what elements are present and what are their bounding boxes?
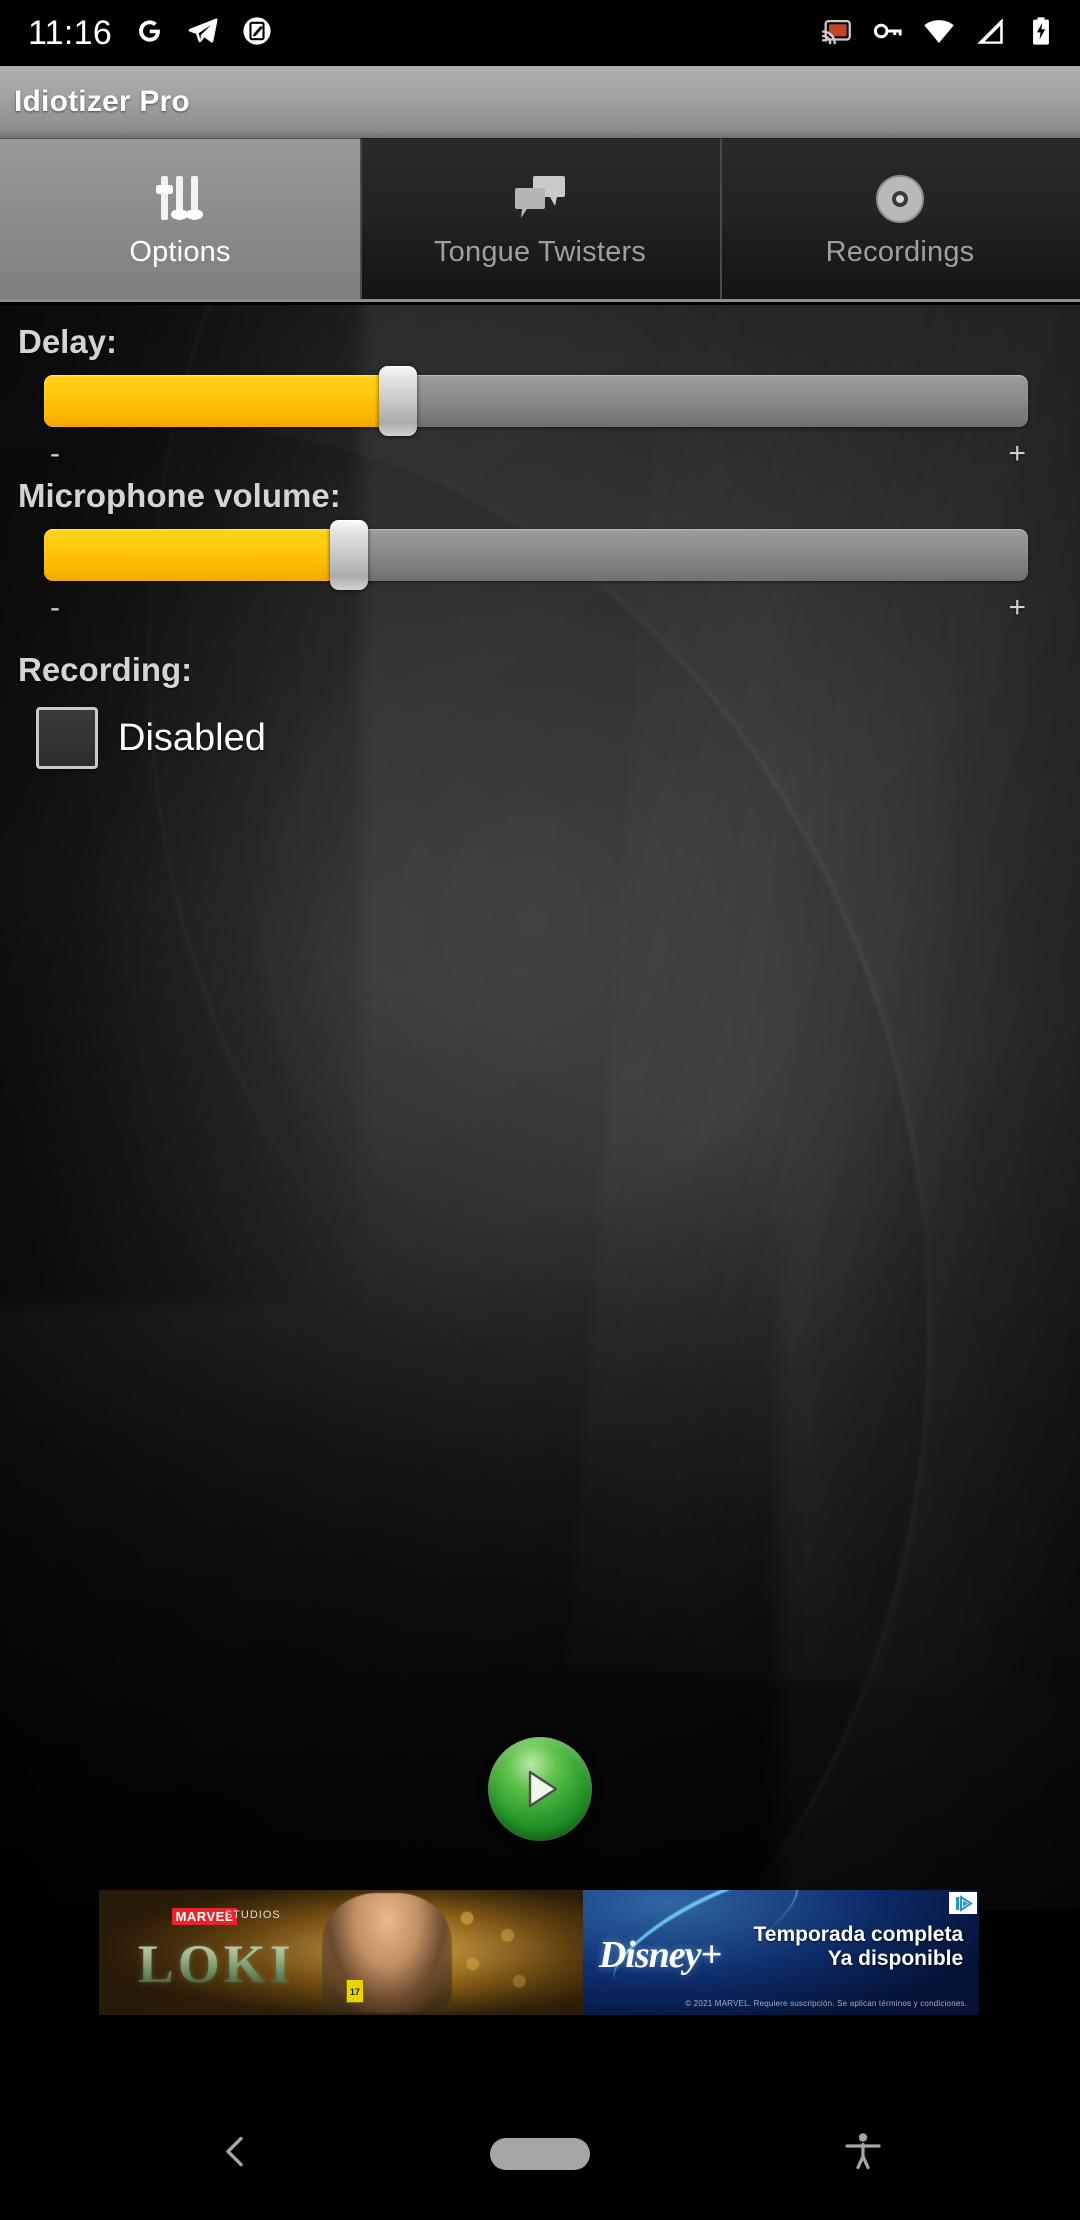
wifi-icon bbox=[922, 14, 956, 53]
page-title: Idiotizer Pro bbox=[14, 85, 190, 118]
ad-artwork-left: MARVEL STUDIOS LOKI 17 bbox=[99, 1890, 583, 2015]
microphone-volume-setting: Microphone volume: - + bbox=[18, 477, 1046, 625]
ad-honeycomb-decor bbox=[437, 1895, 554, 2010]
recording-label: Recording: bbox=[18, 651, 193, 688]
battery-charging-icon bbox=[1024, 14, 1058, 53]
microphone-volume-slider-thumb[interactable] bbox=[330, 520, 369, 590]
microphone-volume-increase-button[interactable]: + bbox=[1008, 591, 1026, 625]
delay-slider[interactable] bbox=[44, 366, 1028, 436]
screenshot-editor-icon bbox=[240, 14, 274, 53]
recording-setting: Recording: Disabled bbox=[18, 651, 1046, 769]
tab-tongue-twisters[interactable]: Tongue Twisters bbox=[360, 138, 720, 299]
cast-icon bbox=[820, 14, 854, 53]
tab-options-label: Options bbox=[129, 236, 231, 268]
ad-legal-text: © 2021 MARVEL. Requiere suscripción. Se … bbox=[685, 1998, 968, 2008]
microphone-volume-slider-fill bbox=[44, 529, 350, 581]
recording-checkbox[interactable] bbox=[36, 707, 98, 769]
delay-slider-fill bbox=[44, 375, 399, 427]
ad-rating-badge: 17 bbox=[345, 1978, 364, 2003]
vpn-key-icon bbox=[871, 14, 905, 53]
delay-decrease-button[interactable]: - bbox=[50, 437, 60, 471]
ad-brand-logo: Disney+ bbox=[598, 1933, 722, 1976]
nav-accessibility-button[interactable] bbox=[841, 2130, 885, 2179]
ad-tagline: Temporada completa Ya disponible bbox=[754, 1923, 964, 1973]
sliders-icon bbox=[149, 168, 211, 230]
microphone-volume-decrease-button[interactable]: - bbox=[50, 591, 60, 625]
play-button[interactable] bbox=[488, 1737, 592, 1841]
telegram-icon bbox=[186, 14, 220, 53]
microphone-volume-slider-signs: - + bbox=[50, 591, 1026, 625]
ad-character-image bbox=[321, 1892, 452, 2013]
tab-recordings[interactable]: Recordings bbox=[720, 138, 1080, 299]
phone-screen: 11:16 Idiotizer Pro Options Tongue Twist… bbox=[0, 0, 1080, 2220]
tab-bar: Options Tongue Twisters Recordings bbox=[0, 138, 1080, 302]
app-content-area: Delay: - + Microphone volume: - + Record… bbox=[0, 305, 1080, 1910]
delay-label: Delay: bbox=[18, 323, 118, 360]
ad-title: LOKI bbox=[137, 1933, 295, 1994]
status-bar: 11:16 bbox=[0, 0, 1080, 66]
cellular-signal-icon bbox=[973, 14, 1007, 53]
app-title-bar: Idiotizer Pro bbox=[0, 66, 1080, 138]
ad-tagline-line-2: Ya disponible bbox=[827, 1947, 964, 1971]
delay-setting: Delay: - + bbox=[18, 323, 1046, 471]
play-triangle-icon bbox=[528, 1770, 558, 1808]
status-bar-right bbox=[820, 14, 1058, 53]
nav-home-button[interactable] bbox=[490, 2138, 590, 2170]
status-bar-left: 11:16 bbox=[28, 14, 274, 53]
tab-recordings-label: Recordings bbox=[825, 236, 975, 268]
delay-slider-thumb[interactable] bbox=[379, 366, 418, 436]
recording-status-label: Disabled bbox=[118, 716, 266, 759]
google-icon bbox=[132, 14, 166, 53]
ad-tagline-line-1: Temporada completa bbox=[753, 1922, 964, 1946]
status-clock: 11:16 bbox=[28, 13, 113, 52]
speech-bubbles-icon bbox=[509, 168, 571, 230]
microphone-volume-label: Microphone volume: bbox=[18, 477, 341, 514]
microphone-volume-slider[interactable] bbox=[44, 520, 1028, 590]
ad-marvel-studios-text: STUDIOS bbox=[224, 1908, 281, 1921]
ad-artwork-right: Disney+ Temporada completa Ya disponible… bbox=[583, 1890, 979, 2015]
adchoices-icon[interactable] bbox=[949, 1892, 977, 1914]
system-navigation-bar bbox=[0, 2088, 1080, 2220]
recording-toggle-row[interactable]: Disabled bbox=[36, 707, 266, 769]
tab-options[interactable]: Options bbox=[0, 138, 360, 302]
options-panel: Delay: - + Microphone volume: - + Record… bbox=[0, 305, 1080, 1910]
disc-icon bbox=[869, 168, 931, 230]
delay-increase-button[interactable]: + bbox=[1008, 437, 1026, 471]
delay-slider-signs: - + bbox=[50, 437, 1026, 471]
nav-back-button[interactable] bbox=[215, 2131, 257, 2178]
tab-tongue-twisters-label: Tongue Twisters bbox=[433, 236, 647, 268]
ad-banner[interactable]: MARVEL STUDIOS LOKI 17 Disney+ Temporada… bbox=[99, 1890, 979, 2015]
